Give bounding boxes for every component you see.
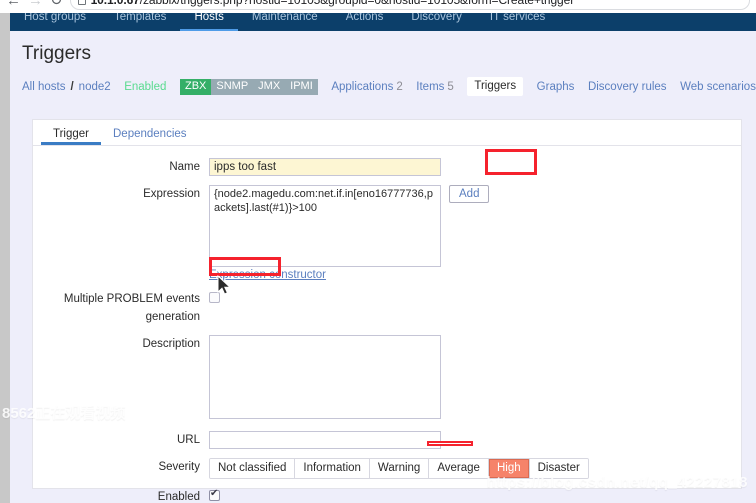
form-row-expression: Expression {node2.magedu.com:net.if.in[e… [33, 185, 741, 281]
forward-arrow-icon: → [28, 0, 43, 9]
nav-item-hosts[interactable]: Hosts [180, 13, 237, 31]
form-tabs: Trigger Dependencies [33, 120, 741, 146]
url-input[interactable] [209, 431, 441, 449]
expression-add-button[interactable]: Add [449, 185, 490, 203]
protocol-badge-jmx: JMX [253, 78, 286, 95]
severity-option-high[interactable]: High [488, 459, 530, 478]
severity-selector: Not classified Information Warning Avera… [209, 458, 589, 479]
protocol-badge-snmp: SNMP [211, 78, 254, 95]
url-label: URL [176, 434, 200, 446]
severity-option-not-classified[interactable]: Not classified [210, 459, 296, 478]
multiple-problem-checkbox[interactable] [209, 292, 220, 304]
form-row-multiple-problem: Multiple PROBLEM events generation [33, 290, 741, 326]
tab-trigger[interactable]: Trigger [41, 124, 101, 146]
items-count: 5 [447, 80, 454, 93]
reload-icon[interactable]: ↻ [50, 0, 63, 8]
name-label: Name [169, 161, 200, 173]
description-textarea[interactable] [209, 335, 441, 419]
description-label: Description [142, 338, 200, 350]
breadcrumb-separator: / [70, 80, 74, 93]
name-input[interactable] [209, 158, 441, 176]
nav-item-maintenance[interactable]: Maintenance [238, 13, 332, 31]
breadcrumb-all-hosts[interactable]: All hosts [22, 81, 65, 93]
nav-item-it-services[interactable]: IT services [476, 13, 559, 31]
form-row-description: Description [33, 335, 741, 422]
breadcrumb-web-scenarios[interactable]: Web scenarios [680, 81, 756, 93]
trigger-form-card: Trigger Dependencies Name Expression {no… [32, 119, 742, 503]
host-status-badge: Enabled [124, 80, 167, 93]
breadcrumb-triggers[interactable]: Triggers [467, 77, 524, 96]
url-path: /zabbix/triggers.php?hostid=10105&groupi… [139, 0, 575, 7]
enabled-label: Enabled [157, 491, 200, 503]
address-bar-url: 10.1.0.67/zabbix/triggers.php?hostid=101… [91, 0, 575, 7]
back-arrow-icon[interactable]: ← [6, 0, 21, 8]
severity-option-information[interactable]: Information [295, 459, 370, 478]
multiple-problem-label: Multiple PROBLEM events generation [63, 293, 200, 323]
severity-option-warning[interactable]: Warning [369, 459, 430, 478]
page-title: Triggers [22, 43, 91, 64]
breadcrumb-host[interactable]: node2 [79, 81, 111, 93]
protocol-badge-zbx: ZBX [179, 78, 212, 95]
applications-count: 2 [396, 80, 403, 93]
protocol-badges: ZBX SNMP JMX IPMI [179, 78, 318, 95]
page-info-icon[interactable] [77, 0, 86, 5]
page-content: Triggers All hosts / node2 Enabled ZBX S… [10, 31, 756, 503]
main-navigation-items: Host groups Templates Hosts Maintenance … [10, 13, 559, 31]
nav-item-templates[interactable]: Templates [100, 13, 180, 31]
severity-option-average[interactable]: Average [429, 459, 489, 478]
breadcrumb-items[interactable]: Items [416, 81, 444, 93]
form-row-name: Name [33, 158, 741, 176]
url-host: 10.1.0.67 [90, 0, 140, 7]
address-bar[interactable]: 10.1.0.67/zabbix/triggers.php?hostid=101… [69, 0, 750, 10]
breadcrumb-discovery-rules[interactable]: Discovery rules [588, 81, 667, 93]
enabled-checkbox[interactable] [209, 488, 220, 502]
severity-option-disaster[interactable]: Disaster [529, 459, 588, 478]
nav-item-discovery[interactable]: Discovery [397, 13, 475, 31]
form-row-severity: Severity Not classified Information Warn… [33, 458, 741, 479]
main-navigation: Host groups Templates Hosts Maintenance … [10, 13, 756, 31]
browser-chrome: ← → ↻ 10.1.0.67/zabbix/triggers.php?host… [0, 0, 756, 13]
nav-item-host-groups[interactable]: Host groups [10, 13, 100, 31]
form-row-url: URL [33, 431, 741, 449]
breadcrumb-graphs[interactable]: Graphs [537, 81, 575, 93]
trigger-form: Name Expression {node2.magedu.com:net.if… [33, 146, 741, 503]
breadcrumb: All hosts / node2 Enabled ZBX SNMP JMX I… [22, 77, 756, 96]
expression-constructor-link[interactable]: Expression constructor [209, 269, 326, 281]
severity-label: Severity [158, 461, 200, 473]
expression-textarea[interactable]: {node2.magedu.com:net.if.in[eno16777736,… [209, 185, 441, 267]
expression-label: Expression [143, 188, 200, 200]
breadcrumb-applications[interactable]: Applications [331, 81, 393, 93]
tab-dependencies[interactable]: Dependencies [101, 124, 199, 146]
protocol-badge-ipmi: IPMI [285, 78, 318, 95]
nav-item-actions[interactable]: Actions [332, 13, 398, 31]
form-row-enabled: Enabled [33, 488, 741, 503]
